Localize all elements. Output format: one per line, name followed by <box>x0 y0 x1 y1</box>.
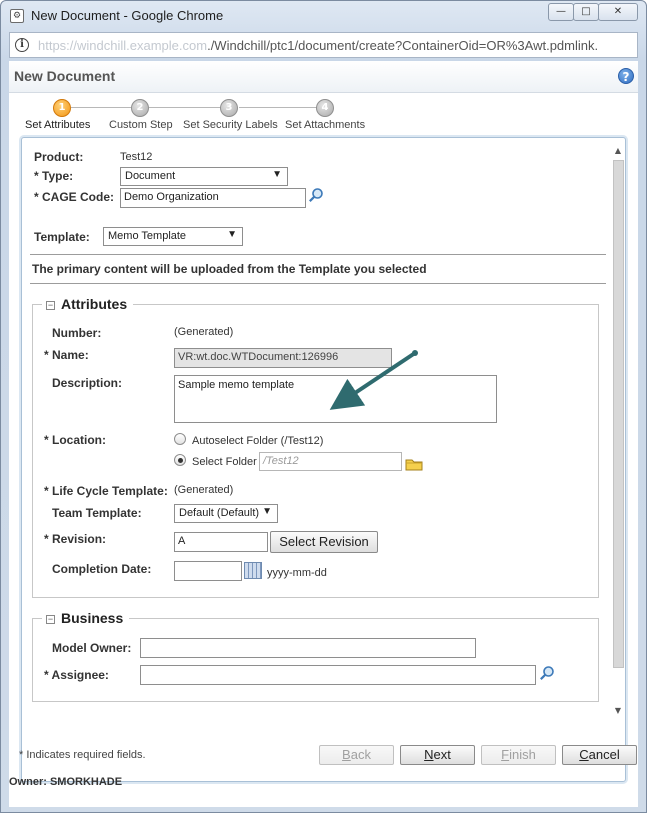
number-label: Number: <box>52 326 102 340</box>
address-bar[interactable]: i https://windchill.example.com./Windchi… <box>9 32 638 58</box>
url-host-blurred: https://windchill.example.com <box>38 38 208 53</box>
business-fieldset <box>32 618 599 702</box>
window-title: New Document - Google Chrome <box>31 8 224 23</box>
lifecycle-template-value: (Generated) <box>174 484 234 496</box>
team-template-value: Default (Default) <box>179 507 260 519</box>
chevron-down-icon: ▼ <box>262 506 272 517</box>
scroll-down-icon[interactable]: ▼ <box>613 706 623 715</box>
title-bar: ⚙ New Document - Google Chrome — □ ✕ <box>1 1 646 31</box>
app-icon: ⚙ <box>10 9 24 23</box>
required-fields-note: * Indicates required fields. <box>19 749 146 761</box>
form-panel: ▲ ▼ Product: Test12 * Type: Document ▼ *… <box>21 137 626 782</box>
product-label: Product: <box>34 150 84 164</box>
step-2-circle[interactable]: 2 <box>131 99 149 117</box>
url-text[interactable]: https://windchill.example.com./Windchill… <box>38 38 636 53</box>
back-button[interactable]: Back <box>319 745 394 765</box>
type-select[interactable]: Document ▼ <box>120 167 288 186</box>
business-legend[interactable]: − Business <box>42 610 130 626</box>
next-button[interactable]: Next <box>400 745 475 765</box>
step-4-label[interactable]: Set Attachments <box>285 119 365 131</box>
step-1-circle[interactable]: 1 <box>53 99 71 117</box>
owner-text: Owner: SMORKHADE <box>9 776 123 788</box>
select-folder-label[interactable]: Select Folder <box>192 456 257 468</box>
search-icon[interactable] <box>308 187 324 203</box>
type-select-value: Document <box>125 170 176 182</box>
autoselect-folder-radio[interactable] <box>174 433 186 445</box>
help-icon[interactable]: ? <box>618 68 634 84</box>
step-connector <box>239 107 317 108</box>
collapse-icon[interactable]: − <box>46 301 55 310</box>
assignee-label: * Assignee: <box>44 668 109 682</box>
info-icon[interactable]: i <box>15 38 29 52</box>
calendar-icon[interactable] <box>244 562 262 579</box>
url-path: ./Windchill/ptc1/document/create?Contain… <box>207 38 599 53</box>
window-controls: — □ ✕ <box>548 3 638 21</box>
number-value: (Generated) <box>174 326 234 338</box>
collapse-icon[interactable]: − <box>46 615 55 624</box>
select-folder-input[interactable]: /Test12 <box>259 452 402 471</box>
select-folder-radio[interactable] <box>174 454 186 466</box>
autoselect-folder-label[interactable]: Autoselect Folder (/Test12) <box>192 435 323 447</box>
browser-window: ⚙ New Document - Google Chrome — □ ✕ i h… <box>0 0 647 813</box>
vertical-scrollbar[interactable]: ▲ ▼ <box>612 146 624 718</box>
cage-code-input[interactable]: Demo Organization <box>120 188 306 208</box>
maximize-button[interactable]: □ <box>573 3 599 21</box>
name-label: * Name: <box>44 348 89 362</box>
page-header: New Document ? <box>9 61 638 93</box>
select-revision-button[interactable]: Select Revision <box>270 531 378 553</box>
primary-content-note: The primary content will be uploaded fro… <box>32 262 427 276</box>
step-3-label[interactable]: Set Security Labels <box>183 119 278 131</box>
step-connector <box>149 107 221 108</box>
step-2-label[interactable]: Custom Step <box>109 119 173 131</box>
step-3-circle[interactable]: 3 <box>220 99 238 117</box>
attributes-legend[interactable]: − Attributes <box>42 296 134 312</box>
divider <box>30 254 606 255</box>
close-button[interactable]: ✕ <box>598 3 638 21</box>
assignee-input[interactable] <box>140 665 536 685</box>
date-format-hint: yyyy-mm-dd <box>267 567 327 579</box>
revision-label: * Revision: <box>44 532 107 546</box>
annotation-arrow-icon <box>329 350 418 410</box>
business-legend-text: Business <box>61 610 124 626</box>
wizard-steps: 1 2 3 4 Set Attributes Custom Step Set S… <box>9 95 409 135</box>
product-value: Test12 <box>120 151 153 163</box>
template-select[interactable]: Memo Template ▼ <box>103 227 243 246</box>
model-owner-input[interactable] <box>140 638 476 658</box>
chevron-down-icon: ▼ <box>272 169 282 180</box>
minimize-button[interactable]: — <box>548 3 574 21</box>
scroll-thumb[interactable] <box>613 160 624 668</box>
chevron-down-icon: ▼ <box>227 229 237 240</box>
lifecycle-template-label: * Life Cycle Template: <box>44 484 168 498</box>
type-label: * Type: <box>34 169 74 183</box>
cancel-button[interactable]: Cancel <box>562 745 637 765</box>
page-title: New Document <box>14 68 116 84</box>
scroll-up-icon[interactable]: ▲ <box>613 146 623 155</box>
cage-code-label: * CAGE Code: <box>34 190 115 204</box>
team-template-label: Team Template: <box>52 506 142 520</box>
page-content: New Document ? 1 2 3 4 Set Attributes Cu… <box>9 61 638 807</box>
attributes-legend-text: Attributes <box>61 296 128 312</box>
completion-date-label: Completion Date: <box>52 562 152 576</box>
folder-icon[interactable] <box>405 456 423 472</box>
completion-date-input[interactable] <box>174 561 242 581</box>
team-template-select[interactable]: Default (Default) ▼ <box>174 504 278 523</box>
location-label: * Location: <box>44 433 106 447</box>
divider <box>30 283 606 284</box>
finish-button[interactable]: Finish <box>481 745 556 765</box>
template-select-value: Memo Template <box>108 230 187 242</box>
template-label: Template: <box>34 230 90 244</box>
step-1-label[interactable]: Set Attributes <box>25 119 90 131</box>
description-label: Description: <box>52 376 123 390</box>
revision-input[interactable]: A <box>174 532 268 552</box>
step-connector <box>71 107 131 108</box>
search-icon[interactable] <box>539 665 555 681</box>
model-owner-label: Model Owner: <box>52 641 132 655</box>
step-4-circle[interactable]: 4 <box>316 99 334 117</box>
